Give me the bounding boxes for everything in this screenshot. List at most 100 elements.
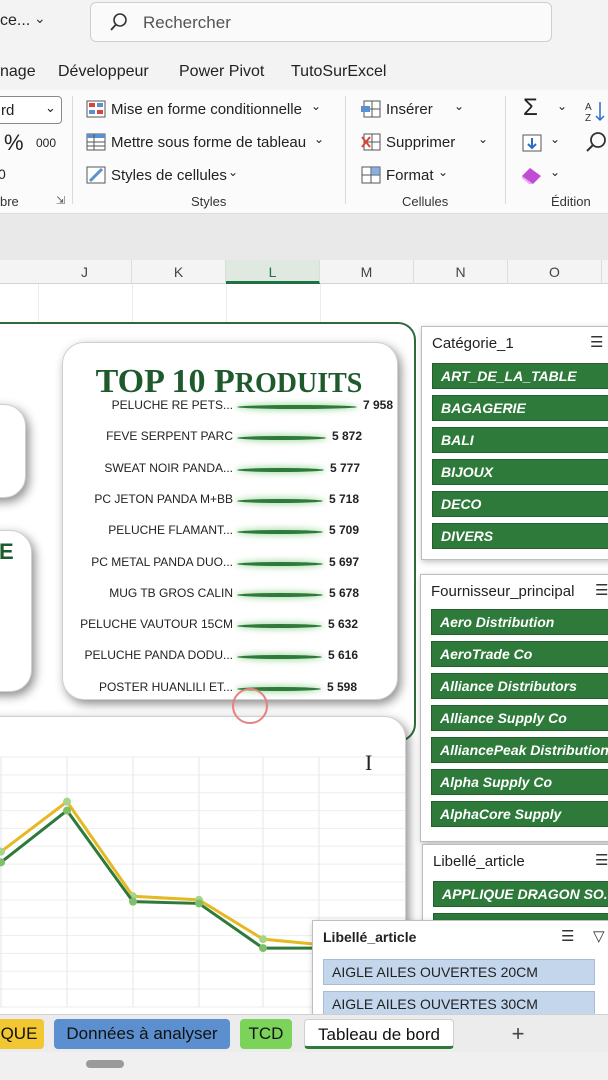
chevron-down-icon[interactable]: ⌄ (478, 132, 488, 146)
tab-tutosurexcel[interactable]: TutoSurExcel (291, 63, 386, 81)
chart-point (63, 806, 71, 815)
slicer-item[interactable]: BAGAGERIE (432, 395, 608, 421)
chevron-down-icon[interactable]: ⌄ (557, 99, 567, 113)
column-header-j[interactable]: J (38, 260, 132, 284)
slicer-item[interactable]: Alliance Distributors (431, 673, 608, 699)
slicer-libelle-article-blue[interactable]: Libellé_article ☰ ▽ AIGLE AILES OUVERTES… (312, 920, 608, 1020)
chevron-down-icon[interactable]: ⌄ (454, 99, 464, 113)
percent-button[interactable]: % (4, 130, 24, 156)
chart-point (259, 944, 267, 953)
clear-icon[interactable] (521, 166, 543, 186)
chart-point (195, 899, 203, 908)
text-cursor-icon: I (365, 750, 373, 775)
decimal-button[interactable]: 0 (0, 166, 6, 182)
slicer-item[interactable]: Aero Distribution (431, 609, 608, 635)
cell-styles-button[interactable]: Styles de cellules (111, 167, 227, 184)
chevron-down-icon: ⌄ (45, 100, 56, 115)
column-header-m[interactable]: M (320, 260, 414, 284)
top10-row-label: PELUCHE PANDA DODU... (84, 648, 233, 663)
slicer-item[interactable]: AlliancePeak Distribution (431, 737, 608, 763)
column-header-k[interactable]: K (132, 260, 226, 284)
chevron-down-icon[interactable]: ⌄ (438, 165, 448, 179)
search-icon (110, 13, 127, 31)
tab-developpeur[interactable]: Développeur (58, 63, 149, 81)
add-sheet-button[interactable]: + (500, 1019, 536, 1049)
slicer-title: Libellé_article (323, 929, 417, 945)
sheet-tab-tcd[interactable]: TCD (240, 1019, 292, 1049)
slicer-item[interactable]: APPLIQUE DRAGON SO... (433, 881, 608, 907)
slicer-categorie[interactable]: Catégorie_1 ☰ ART_DE_LA_TABLE BAGAGERIE BA… (421, 326, 608, 560)
autosum-icon[interactable]: Σ (523, 94, 538, 122)
fill-icon[interactable] (521, 133, 543, 153)
multi-select-icon[interactable]: ☰ (561, 927, 574, 945)
column-header-o[interactable]: O (508, 260, 602, 284)
slicer-item[interactable]: BIJOUX (432, 459, 608, 485)
slicer-title: Catégorie_1 (432, 335, 514, 352)
file-name[interactable]: ce... (0, 12, 30, 30)
format-button[interactable]: Format (386, 167, 434, 184)
slicer-item[interactable]: DECO (432, 491, 608, 517)
slicer-item[interactable]: DIVERS (432, 523, 608, 549)
top10-value: 5 777 (330, 460, 361, 475)
dialog-launcher-icon[interactable]: ⇲ (56, 194, 65, 207)
slicer-item[interactable]: AeroTrade Co (431, 641, 608, 667)
top10-bar (237, 624, 322, 629)
bottom-bar (0, 1052, 608, 1080)
slicer-item[interactable]: Alpha Supply Co (431, 769, 608, 795)
tab-affichage[interactable]: nage (0, 63, 36, 81)
top10-value: 5 872 (332, 429, 363, 444)
chevron-down-icon[interactable]: ⌄ (311, 99, 321, 113)
top10-bar (237, 467, 324, 472)
chevron-down-icon[interactable]: ⌄ (550, 132, 560, 146)
kpi-card-title: E (0, 539, 14, 564)
excel-window: ce... ⌄ Rechercher nage Développeur Powe… (0, 0, 608, 1080)
format-as-table-button[interactable]: Mettre sous forme de tableau (111, 134, 306, 151)
top10-bar (237, 498, 323, 503)
format-as-table-icon (86, 133, 106, 151)
slicer-fournisseur[interactable]: Fournisseur_principal ☰ Aero Distributio… (420, 574, 608, 842)
find-icon[interactable] (584, 130, 608, 154)
slicer-item[interactable]: AlphaCore Supply (431, 801, 608, 827)
sort-filter-icon[interactable]: A Z (584, 100, 606, 122)
formula-bar-area (0, 214, 608, 260)
number-format-select[interactable]: rd ⌄ (0, 96, 62, 124)
group-label-edition: Édition (551, 194, 591, 209)
chevron-down-icon[interactable]: ⌄ (550, 165, 560, 179)
top10-row: POSTER HUANLILI ET... 5 598 (63, 675, 399, 705)
worksheet-grid[interactable]: E TOP 10 PRODUITS PELUCHE RE PETS... 7 95… (0, 284, 608, 1046)
top10-bar (237, 530, 323, 535)
chevron-down-icon[interactable]: ⌄ (228, 165, 238, 179)
title-bar: ce... ⌄ Rechercher (0, 0, 608, 50)
conditional-format-button[interactable]: Mise en forme conditionnelle (111, 101, 302, 118)
slicer-item[interactable]: BALI (432, 427, 608, 453)
click-indicator (232, 688, 268, 724)
column-header-n[interactable]: N (414, 260, 508, 284)
top10-bar (237, 436, 326, 441)
slicer-item[interactable]: Alliance Supply Co (431, 705, 608, 731)
sheet-tab-tableau-de-bord[interactable]: Tableau de bord (304, 1019, 454, 1049)
insert-button[interactable]: Insérer (386, 101, 433, 118)
slicer-item[interactable]: ART_DE_LA_TABLE (432, 363, 608, 389)
sheet-tabs: QUE Données à analyser TCD Tableau de bo… (0, 1014, 608, 1052)
search-input[interactable]: Rechercher (90, 2, 552, 42)
multi-select-icon[interactable]: ☰ (595, 581, 608, 599)
chevron-down-icon[interactable]: ⌄ (34, 10, 46, 27)
delete-button[interactable]: Supprimer (386, 134, 455, 151)
horizontal-scrollbar[interactable] (86, 1060, 124, 1068)
chevron-down-icon[interactable]: ⌄ (314, 132, 324, 146)
sheet-tab-donnees[interactable]: Données à analyser (54, 1019, 230, 1049)
column-headers: J K L M N O (0, 260, 608, 284)
clear-filter-icon[interactable]: ▽ (593, 927, 605, 945)
slicer-title: Libellé_article (433, 853, 525, 870)
chart-series-line (0, 808, 319, 950)
tab-power-pivot[interactable]: Power Pivot (179, 63, 264, 81)
sheet-tab-que[interactable]: QUE (0, 1019, 44, 1049)
column-header-l[interactable]: L (226, 260, 320, 284)
thousands-button[interactable]: 000 (36, 136, 56, 150)
svg-text:A: A (585, 102, 592, 113)
group-label-cellules: Cellules (402, 194, 449, 209)
multi-select-icon[interactable]: ☰ (590, 333, 603, 351)
multi-select-icon[interactable]: ☰ (595, 851, 608, 869)
slicer-item[interactable]: AIGLE AILES OUVERTES 20CM (323, 959, 595, 985)
insert-cells-icon (361, 100, 381, 118)
